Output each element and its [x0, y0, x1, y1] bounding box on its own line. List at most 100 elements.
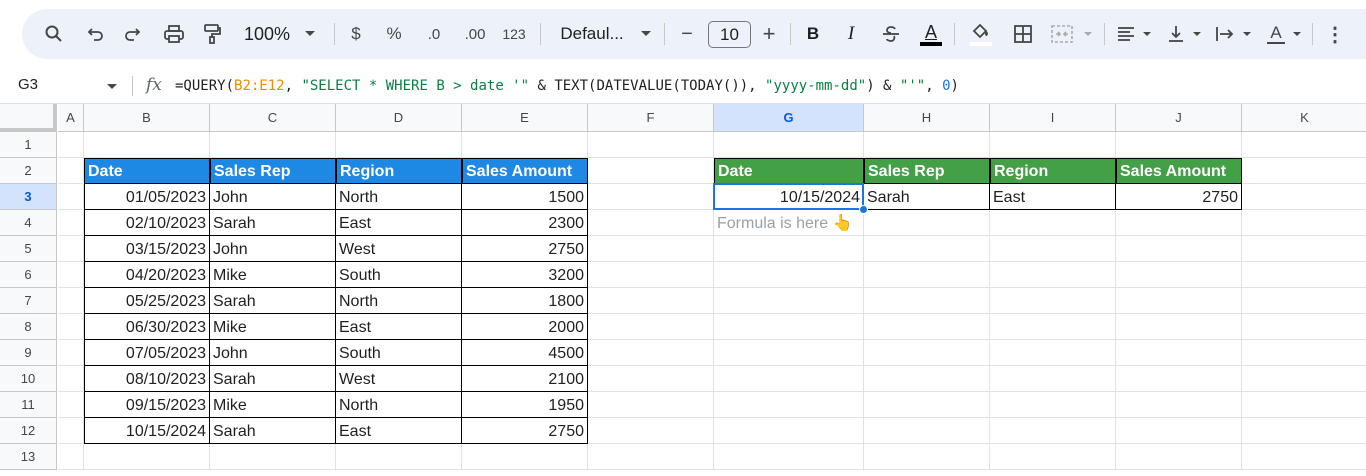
- cell-h9[interactable]: [864, 340, 990, 366]
- table-cell[interactable]: East: [336, 314, 462, 340]
- cell-f13[interactable]: [588, 444, 714, 470]
- cell-i4[interactable]: [990, 210, 1116, 236]
- cell-f5[interactable]: [588, 236, 714, 262]
- row-header-3[interactable]: 3: [0, 184, 57, 210]
- cell-a10[interactable]: [58, 366, 84, 392]
- column-header-g[interactable]: G: [714, 104, 864, 132]
- cell-h10[interactable]: [864, 366, 990, 392]
- cell-f12[interactable]: [588, 418, 714, 444]
- row-header-6[interactable]: 6: [0, 262, 57, 288]
- cell-k9[interactable]: [1242, 340, 1366, 366]
- table-cell[interactable]: North: [336, 184, 462, 210]
- font-family-select[interactable]: Defaul...: [554, 9, 630, 59]
- formula-input[interactable]: =QUERY(B2:E12, "SELECT * WHERE B > date …: [175, 78, 959, 94]
- fill-color-icon[interactable]: [966, 9, 996, 59]
- table-cell[interactable]: 2000: [462, 314, 588, 340]
- font-size-input[interactable]: 10: [708, 21, 751, 48]
- cell-a9[interactable]: [58, 340, 84, 366]
- table-cell[interactable]: West: [336, 366, 462, 392]
- table-cell[interactable]: Sarah: [210, 366, 336, 392]
- cell-k12[interactable]: [1242, 418, 1366, 444]
- column-header-f[interactable]: F: [588, 104, 714, 132]
- table-cell[interactable]: East: [336, 418, 462, 444]
- cell-h8[interactable]: [864, 314, 990, 340]
- cell-h11[interactable]: [864, 392, 990, 418]
- cell-g6[interactable]: [714, 262, 864, 288]
- table-header-cell[interactable]: Sales Amount: [462, 158, 588, 184]
- row-header-9[interactable]: 9: [0, 340, 57, 366]
- cell-g12[interactable]: [714, 418, 864, 444]
- table-cell[interactable]: 2750: [1116, 184, 1242, 210]
- cell-j10[interactable]: [1116, 366, 1242, 392]
- cell-i1[interactable]: [990, 132, 1116, 158]
- column-header-a[interactable]: A: [58, 104, 84, 132]
- column-header-k[interactable]: K: [1242, 104, 1366, 132]
- cell-g7[interactable]: [714, 288, 864, 314]
- cell-k10[interactable]: [1242, 366, 1366, 392]
- undo-icon[interactable]: [82, 9, 110, 59]
- search-icon[interactable]: [40, 9, 68, 59]
- cell-i7[interactable]: [990, 288, 1116, 314]
- select-all-corner[interactable]: [0, 104, 57, 132]
- cell-j11[interactable]: [1116, 392, 1242, 418]
- cell-a1[interactable]: [58, 132, 84, 158]
- table-cell[interactable]: Sarah: [210, 288, 336, 314]
- cell-j7[interactable]: [1116, 288, 1242, 314]
- text-rotate-icon[interactable]: A: [1264, 9, 1288, 59]
- table-cell[interactable]: North: [336, 288, 462, 314]
- cell-g8[interactable]: [714, 314, 864, 340]
- cell-j9[interactable]: [1116, 340, 1242, 366]
- cell-k7[interactable]: [1242, 288, 1366, 314]
- cell-a13[interactable]: [58, 444, 84, 470]
- table-cell[interactable]: 1500: [462, 184, 588, 210]
- cell-h13[interactable]: [864, 444, 990, 470]
- column-header-b[interactable]: B: [84, 104, 210, 132]
- cell-g13[interactable]: [714, 444, 864, 470]
- cell-j13[interactable]: [1116, 444, 1242, 470]
- row-header-13[interactable]: 13: [0, 444, 57, 470]
- cell-e13[interactable]: [462, 444, 588, 470]
- chevron-down-icon[interactable]: [636, 9, 656, 59]
- cell-a6[interactable]: [58, 262, 84, 288]
- merge-cells-icon[interactable]: [1048, 9, 1076, 59]
- chevron-down-icon[interactable]: [1290, 9, 1304, 59]
- table-cell[interactable]: Sarah: [210, 418, 336, 444]
- row-header-2[interactable]: 2: [0, 158, 57, 184]
- cell-k8[interactable]: [1242, 314, 1366, 340]
- table-cell[interactable]: Sarah: [210, 210, 336, 236]
- cell-k4[interactable]: [1242, 210, 1366, 236]
- chevron-down-icon[interactable]: [300, 9, 320, 59]
- row-header-12[interactable]: 12: [0, 418, 57, 444]
- cell-f3[interactable]: [588, 184, 714, 210]
- cell-i12[interactable]: [990, 418, 1116, 444]
- cell-d1[interactable]: [336, 132, 462, 158]
- cell-i13[interactable]: [990, 444, 1116, 470]
- cell-b1[interactable]: [84, 132, 210, 158]
- cell-a12[interactable]: [58, 418, 84, 444]
- column-header-i[interactable]: I: [990, 104, 1116, 132]
- table-cell[interactable]: John: [210, 340, 336, 366]
- cell-f11[interactable]: [588, 392, 714, 418]
- column-header-e[interactable]: E: [462, 104, 588, 132]
- more-formats-button[interactable]: 123: [500, 9, 528, 59]
- bold-button[interactable]: B: [802, 9, 824, 59]
- strikethrough-icon[interactable]: [878, 9, 904, 59]
- cell-g4[interactable]: Formula is here 👆: [714, 210, 864, 236]
- cell-g9[interactable]: [714, 340, 864, 366]
- cell-c1[interactable]: [210, 132, 336, 158]
- paint-format-icon[interactable]: [198, 9, 226, 59]
- table-header-cell[interactable]: Date: [714, 158, 864, 184]
- cell-h7[interactable]: [864, 288, 990, 314]
- table-cell[interactable]: 2100: [462, 366, 588, 392]
- cell-i11[interactable]: [990, 392, 1116, 418]
- increase-decimal-button[interactable]: .00: [460, 9, 490, 59]
- cell-k6[interactable]: [1242, 262, 1366, 288]
- cell-k13[interactable]: [1242, 444, 1366, 470]
- table-cell[interactable]: 04/20/2023: [84, 262, 210, 288]
- row-header-1[interactable]: 1: [0, 132, 57, 158]
- cell-g11[interactable]: [714, 392, 864, 418]
- cell-k5[interactable]: [1242, 236, 1366, 262]
- chevron-down-icon[interactable]: [106, 78, 118, 96]
- print-icon[interactable]: [160, 9, 188, 59]
- table-cell[interactable]: 2750: [462, 236, 588, 262]
